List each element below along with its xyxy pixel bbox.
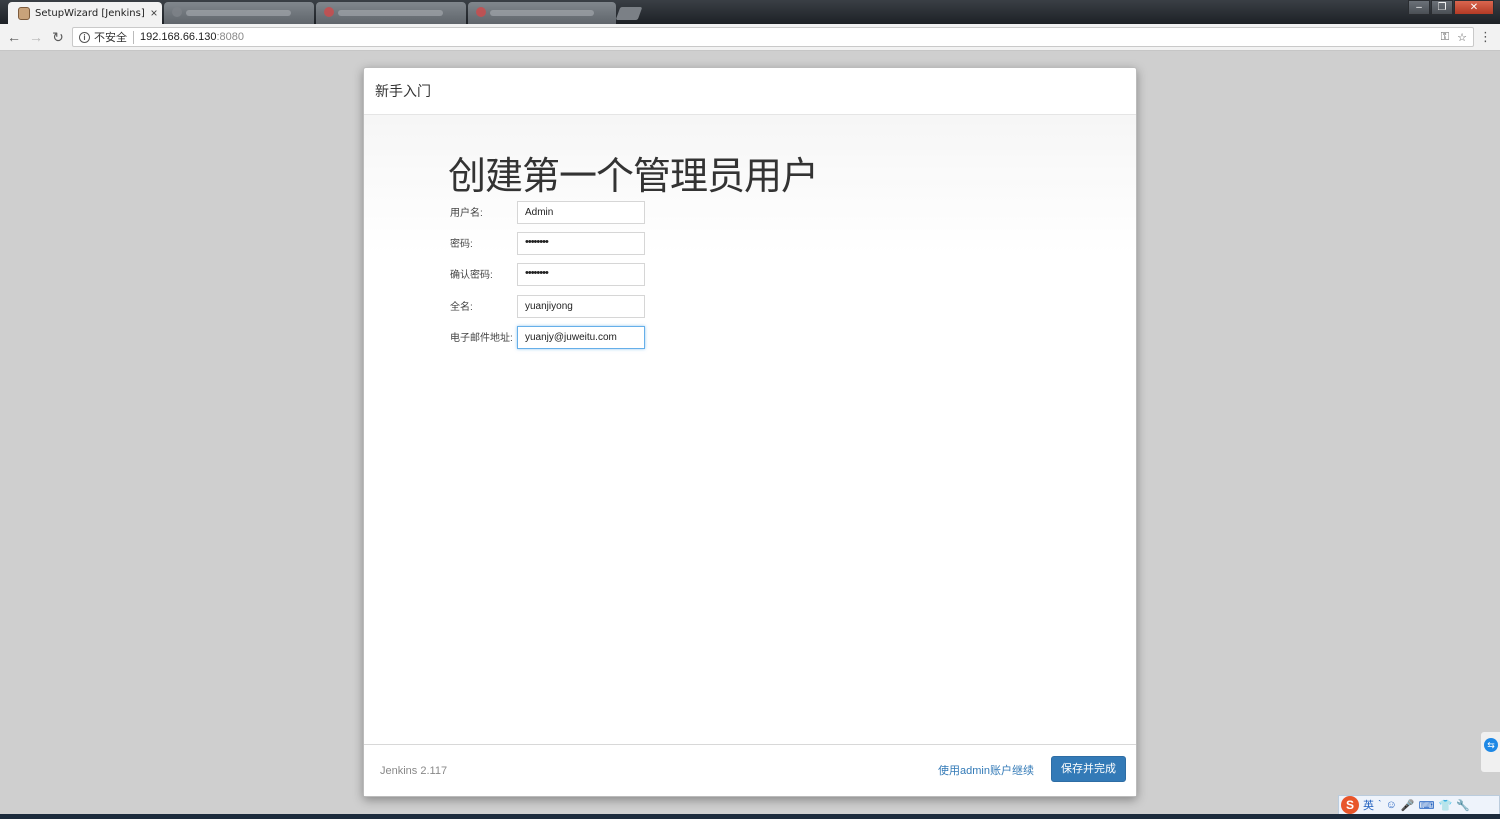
- teamviewer-icon: ⇆: [1484, 738, 1498, 752]
- punctuation-icon[interactable]: ˋ: [1378, 799, 1382, 811]
- security-label[interactable]: 不安全: [94, 29, 127, 45]
- side-widget[interactable]: ⇆: [1480, 731, 1500, 773]
- sogou-logo-icon[interactable]: S: [1341, 796, 1359, 814]
- fullname-field[interactable]: yuanjiyong: [517, 295, 645, 318]
- fullname-row: 全名: yuanjiyong: [450, 295, 670, 319]
- restore-button[interactable]: ❐: [1431, 0, 1453, 15]
- tab-background-3[interactable]: [468, 2, 616, 24]
- tab-background-2[interactable]: [316, 2, 466, 24]
- continue-as-admin-link[interactable]: 使用admin账户继续: [938, 762, 1034, 778]
- tab-background-1[interactable]: [164, 2, 314, 24]
- forward-arrow-icon[interactable]: →: [27, 28, 45, 46]
- email-label: 电子邮件地址:: [450, 333, 513, 344]
- ime-toolbar: S 英 ˋ ☺ 🎤 ⌨ 👕 🔧: [1338, 795, 1500, 815]
- email-field[interactable]: yuanjy@juweitu.com: [517, 326, 645, 349]
- settings-wrench-icon[interactable]: 🔧: [1456, 799, 1470, 812]
- emoji-icon[interactable]: ☺: [1386, 799, 1397, 811]
- tab-title-blurred: [338, 10, 443, 16]
- browser-titlebar: SetupWizard [Jenkins] × – ❐ ✕: [0, 0, 1500, 24]
- email-row: 电子邮件地址: yuanjy@juweitu.com: [450, 326, 670, 350]
- skin-icon[interactable]: 👕: [1439, 799, 1453, 812]
- dialog-header: 新手入门: [364, 68, 1136, 115]
- dialog-footer: Jenkins 2.117 使用admin账户继续 保存并完成: [364, 744, 1136, 796]
- ime-mode-toggle[interactable]: 英: [1363, 797, 1374, 813]
- keyboard-icon[interactable]: ⌨: [1419, 799, 1435, 812]
- close-window-button[interactable]: ✕: [1454, 0, 1494, 15]
- password-field[interactable]: ••••••••: [517, 232, 645, 255]
- tab-title-blurred: [490, 10, 594, 16]
- star-icon[interactable]: ☆: [1457, 31, 1467, 44]
- tab-close-icon[interactable]: ×: [146, 6, 162, 20]
- tab-favicon-icon: [476, 7, 486, 17]
- dialog-body: 创建第一个管理员用户 用户名: Admin 密码: •••••••• 确认密码:…: [364, 115, 1136, 743]
- address-bar[interactable]: i 不安全 192.168.66.130 :8080 ⚿ ☆: [72, 27, 1474, 47]
- setup-wizard-dialog: 新手入门 创建第一个管理员用户 用户名: Admin 密码: •••••••• …: [363, 67, 1137, 797]
- tab-favicon-icon: [324, 7, 334, 17]
- url-port[interactable]: :8080: [216, 31, 244, 43]
- password-label: 密码:: [450, 239, 473, 250]
- tab-title: SetupWizard [Jenkins]: [35, 7, 145, 19]
- window-controls: – ❐ ✕: [1407, 0, 1494, 15]
- username-field[interactable]: Admin: [517, 201, 645, 224]
- url-divider: [133, 30, 134, 44]
- jenkins-favicon-icon: [18, 6, 30, 20]
- key-icon[interactable]: ⚿: [1441, 31, 1449, 44]
- username-label: 用户名:: [450, 208, 483, 219]
- password-row: 密码: ••••••••: [450, 232, 670, 256]
- page-title: 创建第一个管理员用户: [448, 156, 819, 198]
- confirm-password-field[interactable]: ••••••••: [517, 263, 645, 286]
- new-tab-button[interactable]: [615, 7, 643, 20]
- jenkins-version: Jenkins 2.117: [380, 765, 448, 777]
- info-icon[interactable]: i: [79, 31, 90, 43]
- minimize-button[interactable]: –: [1408, 0, 1430, 15]
- omnibox-actions: ⚿ ☆: [1441, 31, 1473, 44]
- confirm-password-row: 确认密码: ••••••••: [450, 263, 670, 287]
- save-and-finish-button[interactable]: 保存并完成: [1051, 756, 1126, 782]
- microphone-icon[interactable]: 🎤: [1401, 799, 1415, 812]
- tab-favicon-icon: [172, 7, 182, 17]
- browser-toolbar: ← → ↻ i 不安全 192.168.66.130 :8080 ⚿ ☆ ⋮: [0, 24, 1500, 51]
- taskbar: [0, 814, 1500, 819]
- browser-menu-icon[interactable]: ⋮: [1479, 29, 1492, 45]
- reload-icon[interactable]: ↻: [49, 28, 67, 46]
- url-host[interactable]: 192.168.66.130: [140, 31, 216, 43]
- tab-title-blurred: [186, 10, 291, 16]
- back-arrow-icon[interactable]: ←: [5, 28, 23, 46]
- dialog-header-title: 新手入门: [375, 83, 431, 99]
- username-row: 用户名: Admin: [450, 201, 670, 225]
- confirm-password-label: 确认密码:: [450, 270, 493, 281]
- tab-setup-wizard[interactable]: SetupWizard [Jenkins] ×: [8, 2, 162, 24]
- fullname-label: 全名:: [450, 302, 473, 313]
